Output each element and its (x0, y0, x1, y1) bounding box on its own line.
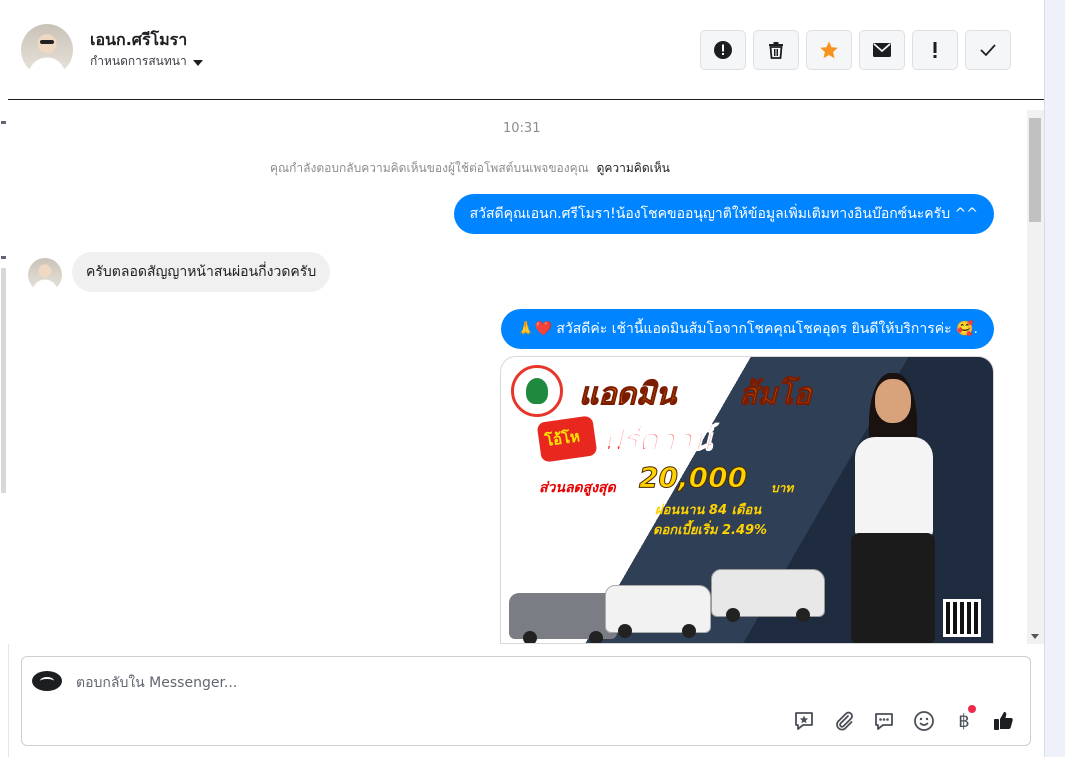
avatar-glasses (40, 40, 54, 44)
star-button[interactable] (806, 30, 852, 70)
follow-up-button[interactable] (912, 30, 958, 70)
message-timestamp: 10:31 (503, 121, 541, 136)
left-scroll-track (1, 268, 6, 493)
conversation-header: เอนก.ศรีโมรา กำหนดการสนทนา (8, 0, 1044, 100)
outgoing-message[interactable]: 🙏❤️ สวัสดีค่ะ เช้านี้แอดมินส้มโอจากโชคคุ… (501, 309, 994, 349)
mark-unread-button[interactable] (859, 30, 905, 70)
promo-headline: ฟรีดาวน์ (600, 423, 713, 459)
mark-spam-button[interactable] (700, 30, 746, 70)
promo-discount-label: ส่วนลดสูงสุด (539, 480, 616, 496)
check-icon (980, 44, 996, 57)
scrollbar-thumb[interactable] (1029, 118, 1041, 222)
delete-button[interactable] (753, 30, 799, 70)
edge-marker (1, 256, 6, 259)
thread-scrollbar[interactable] (1027, 110, 1044, 644)
burst-text: โอ้โห (543, 427, 582, 450)
reply-context-notice: คุณกำลังตอบกลับความคิดเห็นของผู้ใช้ต่อโพ… (270, 159, 670, 178)
message-composer: ฿ (21, 656, 1031, 746)
mail-icon (873, 43, 891, 57)
attach-button[interactable] (832, 709, 856, 733)
mark-done-button[interactable] (965, 30, 1011, 70)
message-thread[interactable]: 10:31 คุณกำลังตอบกลับความคิดเห็นของผู้ใช… (8, 100, 1044, 644)
pickup-cargo-icon (711, 569, 825, 622)
view-comment-link[interactable]: ดูความคิดเห็น (597, 161, 670, 175)
like-button[interactable] (992, 709, 1016, 733)
contact-name[interactable]: เอนก.ศรีโมรา (90, 28, 187, 53)
assign-label: กำหนดการสนทนา (90, 54, 187, 68)
chat-bubbles-icon (875, 713, 893, 730)
payment-button[interactable]: ฿ (952, 705, 976, 733)
contact-avatar-small[interactable] (28, 258, 62, 292)
star-message-icon (795, 712, 813, 730)
right-edge-strip (1044, 0, 1065, 757)
promo-model-figure (837, 371, 947, 643)
contact-avatar[interactable] (21, 24, 73, 76)
notice-text: คุณกำลังตอบกลับความคิดเห็นของผู้ใช้ต่อโพ… (270, 161, 589, 175)
car-silver-icon (509, 593, 617, 643)
dealer-logo-icon (511, 365, 563, 417)
notification-dot (968, 705, 976, 713)
baht-icon: ฿ (958, 710, 970, 732)
header-toolbar (700, 30, 1011, 70)
quick-replies-button[interactable] (872, 709, 896, 733)
thumbs-up-icon (994, 712, 1013, 730)
composer-actions: ฿ (792, 705, 1016, 733)
page-avatar (32, 671, 62, 691)
edge-marker (1, 121, 6, 124)
reply-input[interactable] (74, 671, 778, 695)
promo-image[interactable]: แอดมิน ส้มโอ โอ้โห ฟรีดาวน์ ส่วนลดสูงสุด… (500, 356, 994, 644)
promo-interest: ดอกเบี้ยเริ่ม 2.49% (653, 523, 768, 538)
incoming-message[interactable]: ครับตลอดสัญญาหน้าสนผ่อนกี่งวดครับ (72, 252, 331, 292)
caret-down-icon (192, 59, 203, 66)
outgoing-message[interactable]: สวัสดีคุณเอนก.ศรีโมรา!น้องโชคขออนุญาติให… (453, 194, 994, 234)
pickup-white-icon (605, 585, 711, 638)
exclamation-icon (933, 42, 937, 58)
alert-circle-icon (714, 41, 732, 59)
trash-icon (769, 42, 783, 59)
qr-code-icon (943, 599, 981, 637)
promo-amount: 20,000 (638, 461, 748, 495)
promo-burst-badge: โอ้โห (536, 415, 598, 463)
promo-title-admin: แอดมิน (578, 377, 677, 413)
saved-reply-button[interactable] (792, 709, 816, 733)
attachment-icon (836, 711, 853, 731)
star-icon (820, 41, 838, 59)
promo-title-name: ส้มโอ (738, 377, 812, 413)
promo-installments: ผ่อนนาน 84 เดือน (655, 503, 762, 518)
scroll-down-arrow-icon[interactable] (1031, 634, 1039, 639)
promo-amount-unit: บาท (771, 481, 794, 495)
emoji-button[interactable] (912, 709, 936, 733)
assign-conversation-dropdown[interactable]: กำหนดการสนทนา (90, 52, 203, 71)
emoji-icon (914, 711, 934, 731)
